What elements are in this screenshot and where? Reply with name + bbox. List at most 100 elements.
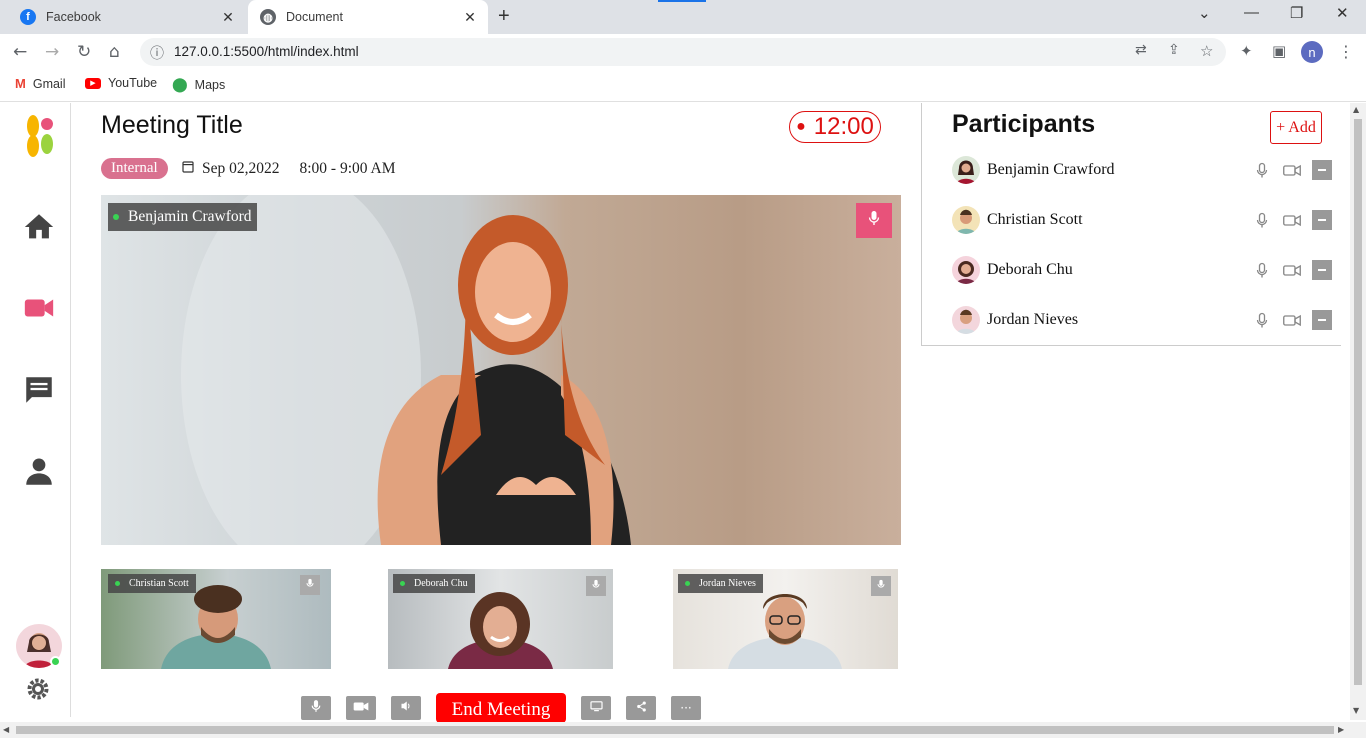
participants-title: Participants [952, 110, 1096, 138]
back-icon[interactable]: ← [13, 42, 27, 62]
profile-avatar[interactable]: n [1301, 41, 1323, 63]
video-icon[interactable] [22, 291, 56, 325]
tab-document[interactable]: ◍ Document ✕ [248, 0, 488, 34]
minus-icon [1318, 169, 1326, 171]
screen-icon [589, 699, 603, 717]
extensions-icon[interactable]: ✦ [1240, 42, 1253, 60]
tab-title: Facebook [46, 10, 101, 24]
minus-icon [1318, 269, 1326, 271]
globe-icon: ◍ [260, 9, 276, 25]
remove-participant-button[interactable] [1312, 160, 1332, 180]
meeting-time: 8:00 - 9:00 AM [299, 160, 396, 177]
scrollbar-thumb[interactable] [16, 726, 1334, 734]
horizontal-scrollbar[interactable]: ◀ ▶ [0, 722, 1366, 738]
meeting-date: Sep 02,2022 [202, 160, 280, 177]
avatar [952, 306, 980, 334]
status-badge: Internal [101, 158, 168, 179]
share-button[interactable] [626, 696, 656, 720]
online-dot [113, 214, 119, 220]
participant-mic-button[interactable] [871, 576, 891, 596]
scroll-left-icon[interactable]: ◀ [3, 725, 9, 734]
vertical-scrollbar[interactable]: ▲ ▼ [1350, 103, 1366, 720]
remove-participant-button[interactable] [1312, 310, 1332, 330]
thumbnail-video[interactable]: Christian Scott [101, 569, 331, 669]
remove-participant-button[interactable] [1312, 210, 1332, 230]
share-icon [636, 699, 647, 717]
mic-icon[interactable] [1252, 310, 1272, 330]
close-icon[interactable]: ✕ [218, 9, 238, 26]
scroll-down-icon[interactable]: ▼ [1353, 706, 1359, 715]
participant-nametag: Deborah Chu [393, 574, 475, 593]
settings-icon[interactable] [26, 677, 50, 706]
more-button[interactable]: ··· [671, 696, 701, 720]
camera-icon[interactable] [1282, 160, 1302, 180]
home-icon[interactable] [22, 210, 56, 244]
participant-mic-button[interactable] [300, 575, 320, 595]
participant-name: Deborah Chu [414, 578, 468, 589]
screen-share-button[interactable] [581, 696, 611, 720]
app-logo [25, 114, 55, 163]
timer-value: 12:00 [813, 113, 874, 140]
mic-toggle-button[interactable] [301, 696, 331, 720]
minimize-icon[interactable]: — [1244, 4, 1259, 21]
minus-icon [1318, 219, 1326, 221]
reload-icon[interactable]: ↻ [77, 42, 91, 62]
tab-facebook[interactable]: f Facebook ✕ [8, 0, 246, 34]
camera-toggle-button[interactable] [346, 696, 376, 720]
bookmark-gmail[interactable]: M Gmail [15, 76, 66, 91]
maps-icon: ⬤ [172, 76, 188, 92]
user-icon[interactable] [22, 455, 56, 489]
main-video[interactable]: Benjamin Crawford [101, 195, 901, 545]
volume-icon [400, 699, 412, 717]
participant-name: Deborah Chu [987, 261, 1073, 278]
avatar [952, 206, 980, 234]
translate-icon[interactable]: ⇄ [1135, 42, 1147, 58]
bookmark-maps[interactable]: ⬤ Maps [172, 76, 225, 93]
remove-participant-button[interactable] [1312, 260, 1332, 280]
share-page-icon[interactable]: ⇪ [1168, 42, 1180, 58]
mic-icon[interactable] [1252, 160, 1272, 180]
participant-nametag: Jordan Nieves [678, 574, 763, 593]
participant-mic-button[interactable] [586, 576, 606, 596]
thumbnail-video[interactable]: Jordan Nieves [673, 569, 898, 669]
speaker-video-frame [181, 195, 631, 545]
camera-icon[interactable] [1282, 260, 1302, 280]
scroll-right-icon[interactable]: ▶ [1338, 725, 1344, 734]
avatar [952, 256, 980, 284]
star-icon[interactable]: ☆ [1200, 42, 1213, 60]
forward-icon[interactable]: → [45, 42, 59, 62]
chevron-down-icon[interactable]: ⌄ [1198, 4, 1211, 22]
scroll-up-icon[interactable]: ▲ [1353, 105, 1359, 114]
add-participant-button[interactable]: + Add [1270, 111, 1322, 144]
menu-icon[interactable]: ⋮ [1338, 42, 1354, 61]
info-icon[interactable]: ⓘ [150, 43, 164, 63]
online-dot [115, 581, 120, 586]
restore-icon[interactable]: ❐ [1290, 4, 1303, 22]
tab-indicator [658, 0, 706, 2]
chat-icon[interactable] [22, 373, 56, 407]
close-icon[interactable]: ✕ [460, 9, 480, 26]
scrollbar-thumb[interactable] [1354, 119, 1362, 685]
participant-row: Christian Scott [952, 205, 1332, 235]
end-meeting-button[interactable]: End Meeting [436, 693, 566, 723]
gmail-icon: M [15, 76, 26, 91]
camera-icon[interactable] [1282, 310, 1302, 330]
bookmark-label: Gmail [32, 76, 66, 91]
side-panel-icon[interactable]: ▣ [1272, 42, 1286, 60]
speaker-name: Benjamin Crawford [128, 208, 252, 225]
participant-nametag: Christian Scott [108, 574, 196, 593]
thumbnail-video[interactable]: Deborah Chu [388, 569, 613, 669]
facebook-icon: f [20, 9, 36, 25]
participant-name: Christian Scott [129, 578, 189, 589]
bookmark-youtube[interactable]: ▶ YouTube [85, 76, 157, 90]
mic-icon [877, 577, 885, 595]
mic-icon[interactable] [1252, 260, 1272, 280]
close-window-icon[interactable]: ✕ [1336, 4, 1349, 22]
speaker-mic-button[interactable] [856, 203, 892, 238]
mic-icon[interactable] [1252, 210, 1272, 230]
new-tab-icon[interactable]: + [498, 5, 510, 28]
home-browser-icon[interactable]: ⌂ [109, 42, 120, 62]
volume-button[interactable] [391, 696, 421, 720]
url-text: 127.0.0.1:5500/html/index.html [174, 44, 359, 59]
camera-icon[interactable] [1282, 210, 1302, 230]
